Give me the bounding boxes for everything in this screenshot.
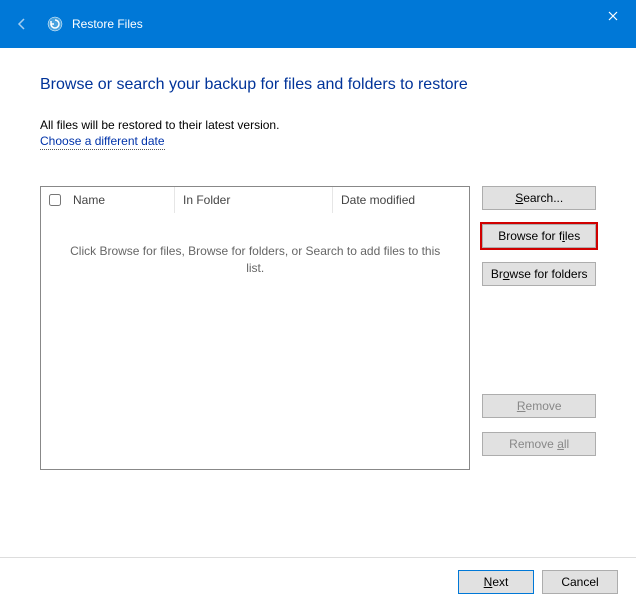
close-icon[interactable] <box>598 4 628 28</box>
search-button[interactable]: Search... <box>482 186 596 210</box>
content-area: Browse or search your backup for files a… <box>0 48 636 480</box>
titlebar: Restore Files <box>0 0 636 48</box>
restore-version-text: All files will be restored to their late… <box>40 118 596 132</box>
restore-files-icon <box>46 15 64 33</box>
select-all-input[interactable] <box>49 194 61 206</box>
cancel-button[interactable]: Cancel <box>542 570 618 594</box>
back-arrow-icon[interactable] <box>8 10 36 38</box>
browse-folders-button[interactable]: Browse for folders <box>482 262 596 286</box>
footer: Next Cancel <box>0 557 636 606</box>
list-empty-text: Click Browse for files, Browse for folde… <box>41 213 469 307</box>
column-name[interactable]: Name <box>69 187 175 213</box>
window-title: Restore Files <box>72 17 143 31</box>
choose-date-link[interactable]: Choose a different date <box>40 134 165 150</box>
remove-all-button: Remove all <box>482 432 596 456</box>
select-all-checkbox[interactable] <box>41 194 69 206</box>
list-header: Name In Folder Date modified <box>41 187 469 213</box>
browse-files-button[interactable]: Browse for files <box>482 224 596 248</box>
column-date[interactable]: Date modified <box>333 187 469 213</box>
main-area: Name In Folder Date modified Click Brows… <box>40 186 596 470</box>
column-folder[interactable]: In Folder <box>175 187 333 213</box>
next-button[interactable]: Next <box>458 570 534 594</box>
page-heading: Browse or search your backup for files a… <box>40 76 596 94</box>
side-buttons: Search... Browse for files Browse for fo… <box>482 186 596 470</box>
remove-button: Remove <box>482 394 596 418</box>
file-list: Name In Folder Date modified Click Brows… <box>40 186 470 470</box>
